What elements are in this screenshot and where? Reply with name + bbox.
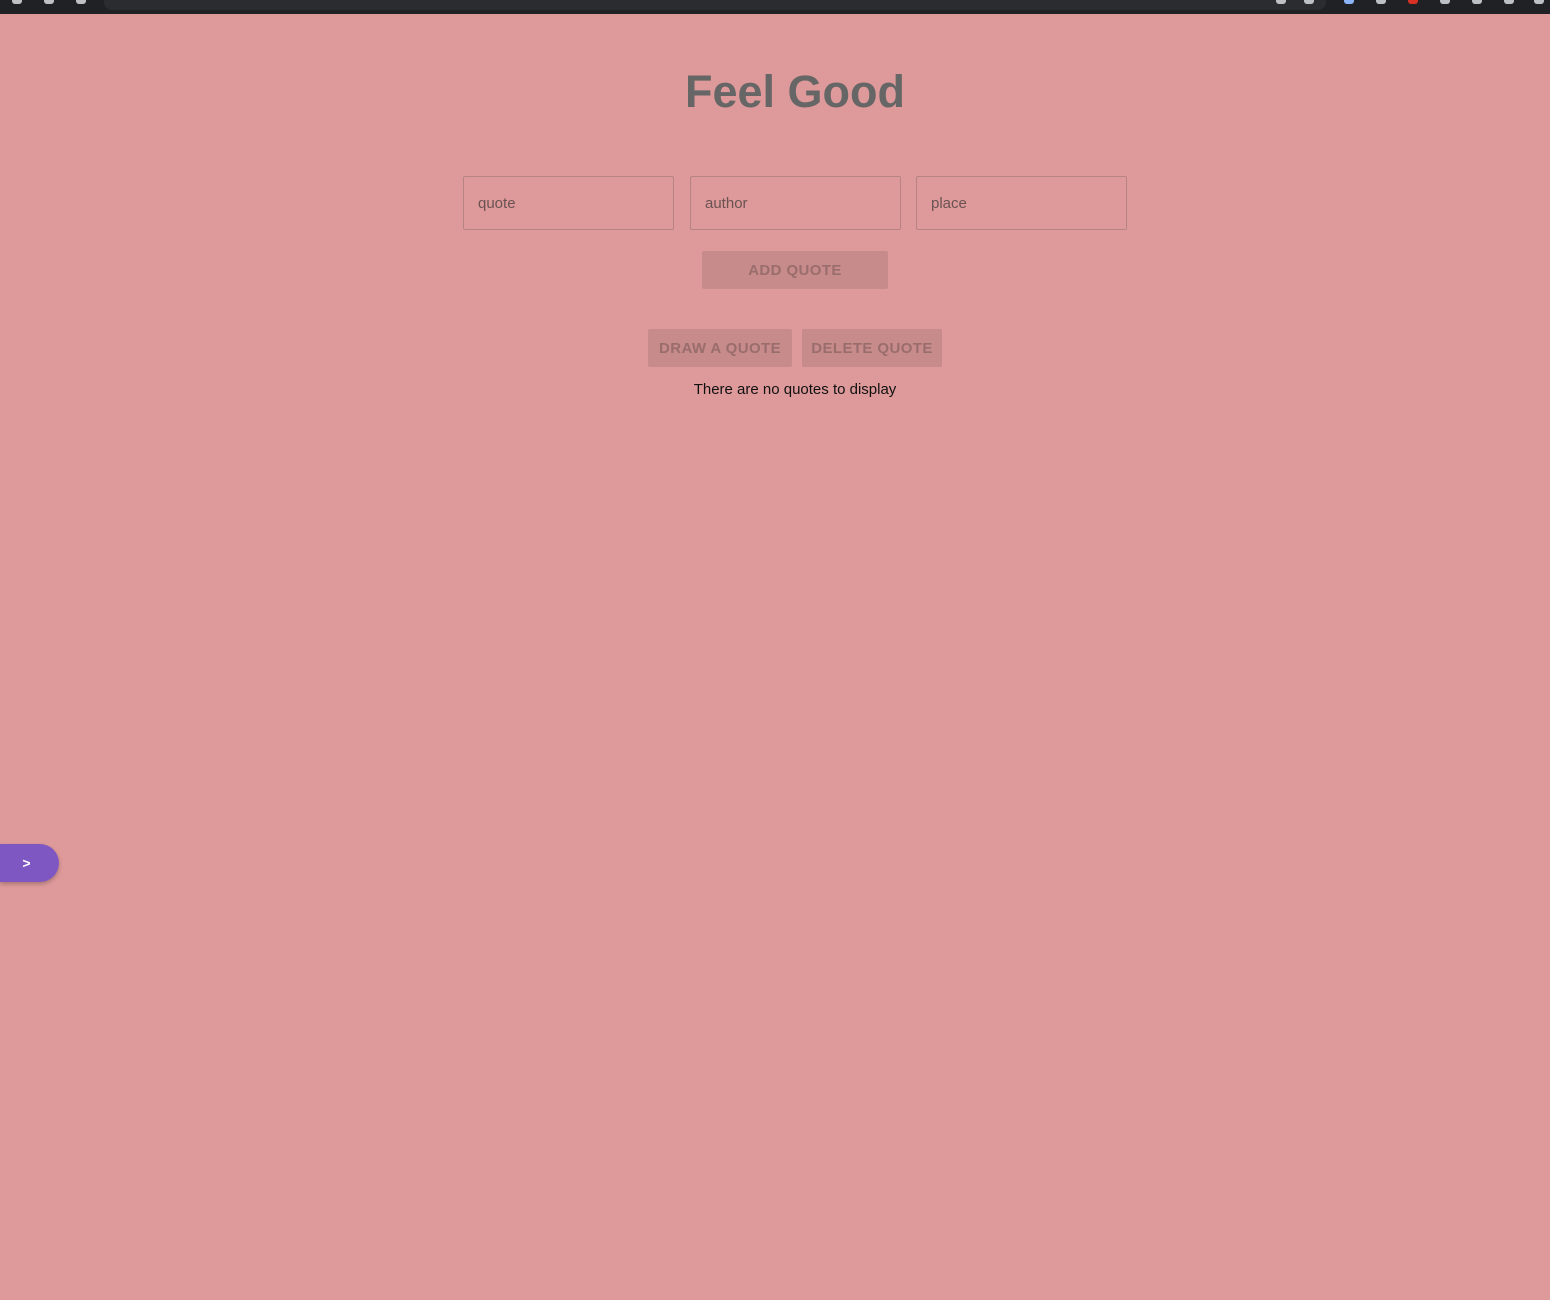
place-input[interactable] [916, 176, 1127, 230]
extension-icon[interactable] [1376, 0, 1386, 4]
extensions-puzzle-icon[interactable] [1472, 0, 1482, 4]
reading-list-icon[interactable] [1504, 0, 1514, 4]
profile-avatar-icon[interactable] [1534, 0, 1544, 4]
extension-icon[interactable] [1408, 0, 1418, 4]
address-bar[interactable] [104, 0, 1326, 10]
empty-state-text: There are no quotes to display [693, 381, 897, 398]
quote-input[interactable] [463, 176, 674, 230]
sidebar-toggle-button[interactable]: > [0, 844, 59, 882]
app-container: Feel Good ADD QUOTE DRAW A QUOTE DELETE … [0, 14, 1550, 1300]
page-title: Feel Good [684, 66, 905, 117]
author-input[interactable] [690, 176, 901, 230]
chevron-right-icon: > [22, 855, 31, 871]
draw-quote-button[interactable]: DRAW A QUOTE [648, 329, 792, 367]
page-header: Feel Good [0, 66, 1550, 118]
bookmark-star-icon[interactable] [1304, 0, 1314, 4]
delete-quote-button[interactable]: DELETE QUOTE [802, 329, 942, 367]
forward-icon[interactable] [44, 0, 54, 4]
reload-icon[interactable] [76, 0, 86, 4]
add-quote-button[interactable]: ADD QUOTE [702, 251, 888, 289]
back-icon[interactable] [12, 0, 22, 4]
share-icon[interactable] [1276, 0, 1286, 4]
extension-icon[interactable] [1344, 0, 1354, 4]
browser-toolbar [0, 0, 1550, 14]
extension-icon[interactable] [1440, 0, 1450, 4]
empty-state-message: There are no quotes to display [0, 381, 1550, 398]
